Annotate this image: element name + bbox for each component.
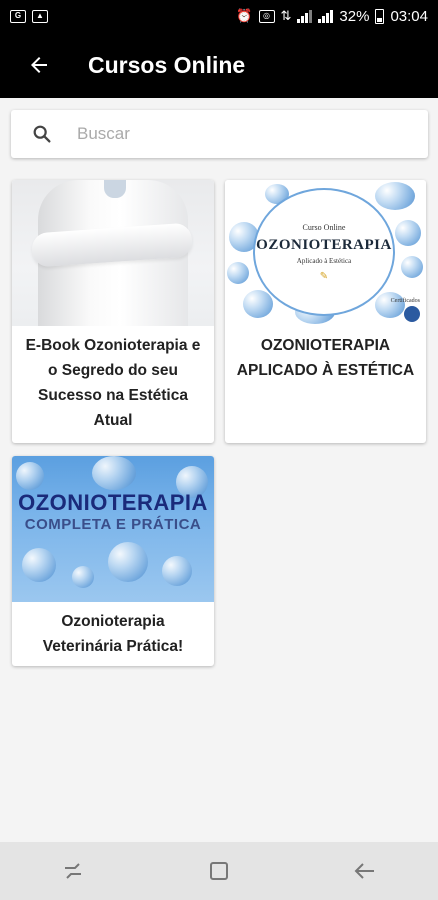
data-icon: ⇅ xyxy=(280,8,292,23)
alarm-icon: ⏰ xyxy=(236,8,253,23)
course-card[interactable]: OZONIOTERAPIA COMPLETA E PRÁTICA Ozoniot… xyxy=(12,456,214,666)
clock: 03:04 xyxy=(390,7,428,25)
app-bar: Cursos Online xyxy=(0,32,438,98)
arrow-left-icon xyxy=(31,57,47,73)
home-icon xyxy=(210,862,228,880)
image-icon: ▲ xyxy=(32,9,48,23)
sync-icon: ◎ xyxy=(258,9,275,23)
search-icon xyxy=(11,123,73,145)
logo-icon: ✎ xyxy=(319,270,329,282)
badge-icon xyxy=(404,306,420,322)
page-title: Cursos Online xyxy=(88,51,246,78)
course-title: Ozonioterapia Veterinária Prática! xyxy=(42,613,184,655)
course-image-doctor xyxy=(12,180,214,326)
status-bar: G ▲ ⏰ ◎ ⇅ 32% 03:04 xyxy=(0,0,438,32)
status-left: G ▲ xyxy=(10,9,48,23)
battery-percent: 32% xyxy=(339,7,370,25)
status-right: ⏰ ◎ ⇅ 32% 03:04 xyxy=(236,8,428,25)
recent-apps-button[interactable] xyxy=(43,842,103,900)
cover-emblem: Curso Online OZONIOTERAPIA Aplicado à Es… xyxy=(253,188,395,316)
search-input[interactable] xyxy=(77,124,397,144)
course-title: OZONIOTERAPIA APLICADO À ESTÉTICA xyxy=(236,337,415,379)
search-bar[interactable] xyxy=(11,110,428,158)
back-button[interactable] xyxy=(0,32,78,98)
signal-icon xyxy=(318,9,334,23)
course-card[interactable]: E-Book Ozonioterapia e o Segredo do seu … xyxy=(12,180,214,443)
course-card[interactable]: Curso Online OZONIOTERAPIA Aplicado à Es… xyxy=(225,180,426,443)
back-icon xyxy=(354,863,374,879)
recent-apps-icon xyxy=(65,863,81,879)
course-image-ozonioterapia-completa: OZONIOTERAPIA COMPLETA E PRÁTICA xyxy=(12,456,214,602)
notification-icon: G xyxy=(10,9,26,23)
home-button[interactable] xyxy=(189,842,249,900)
course-title: E-Book Ozonioterapia e o Segredo do seu … xyxy=(25,337,201,429)
navigation-bar xyxy=(0,842,438,900)
signal-icon xyxy=(297,9,313,23)
course-image-ozonioterapia: Curso Online OZONIOTERAPIA Aplicado à Es… xyxy=(225,180,426,326)
battery-icon xyxy=(375,8,385,24)
system-back-button[interactable] xyxy=(335,842,395,900)
